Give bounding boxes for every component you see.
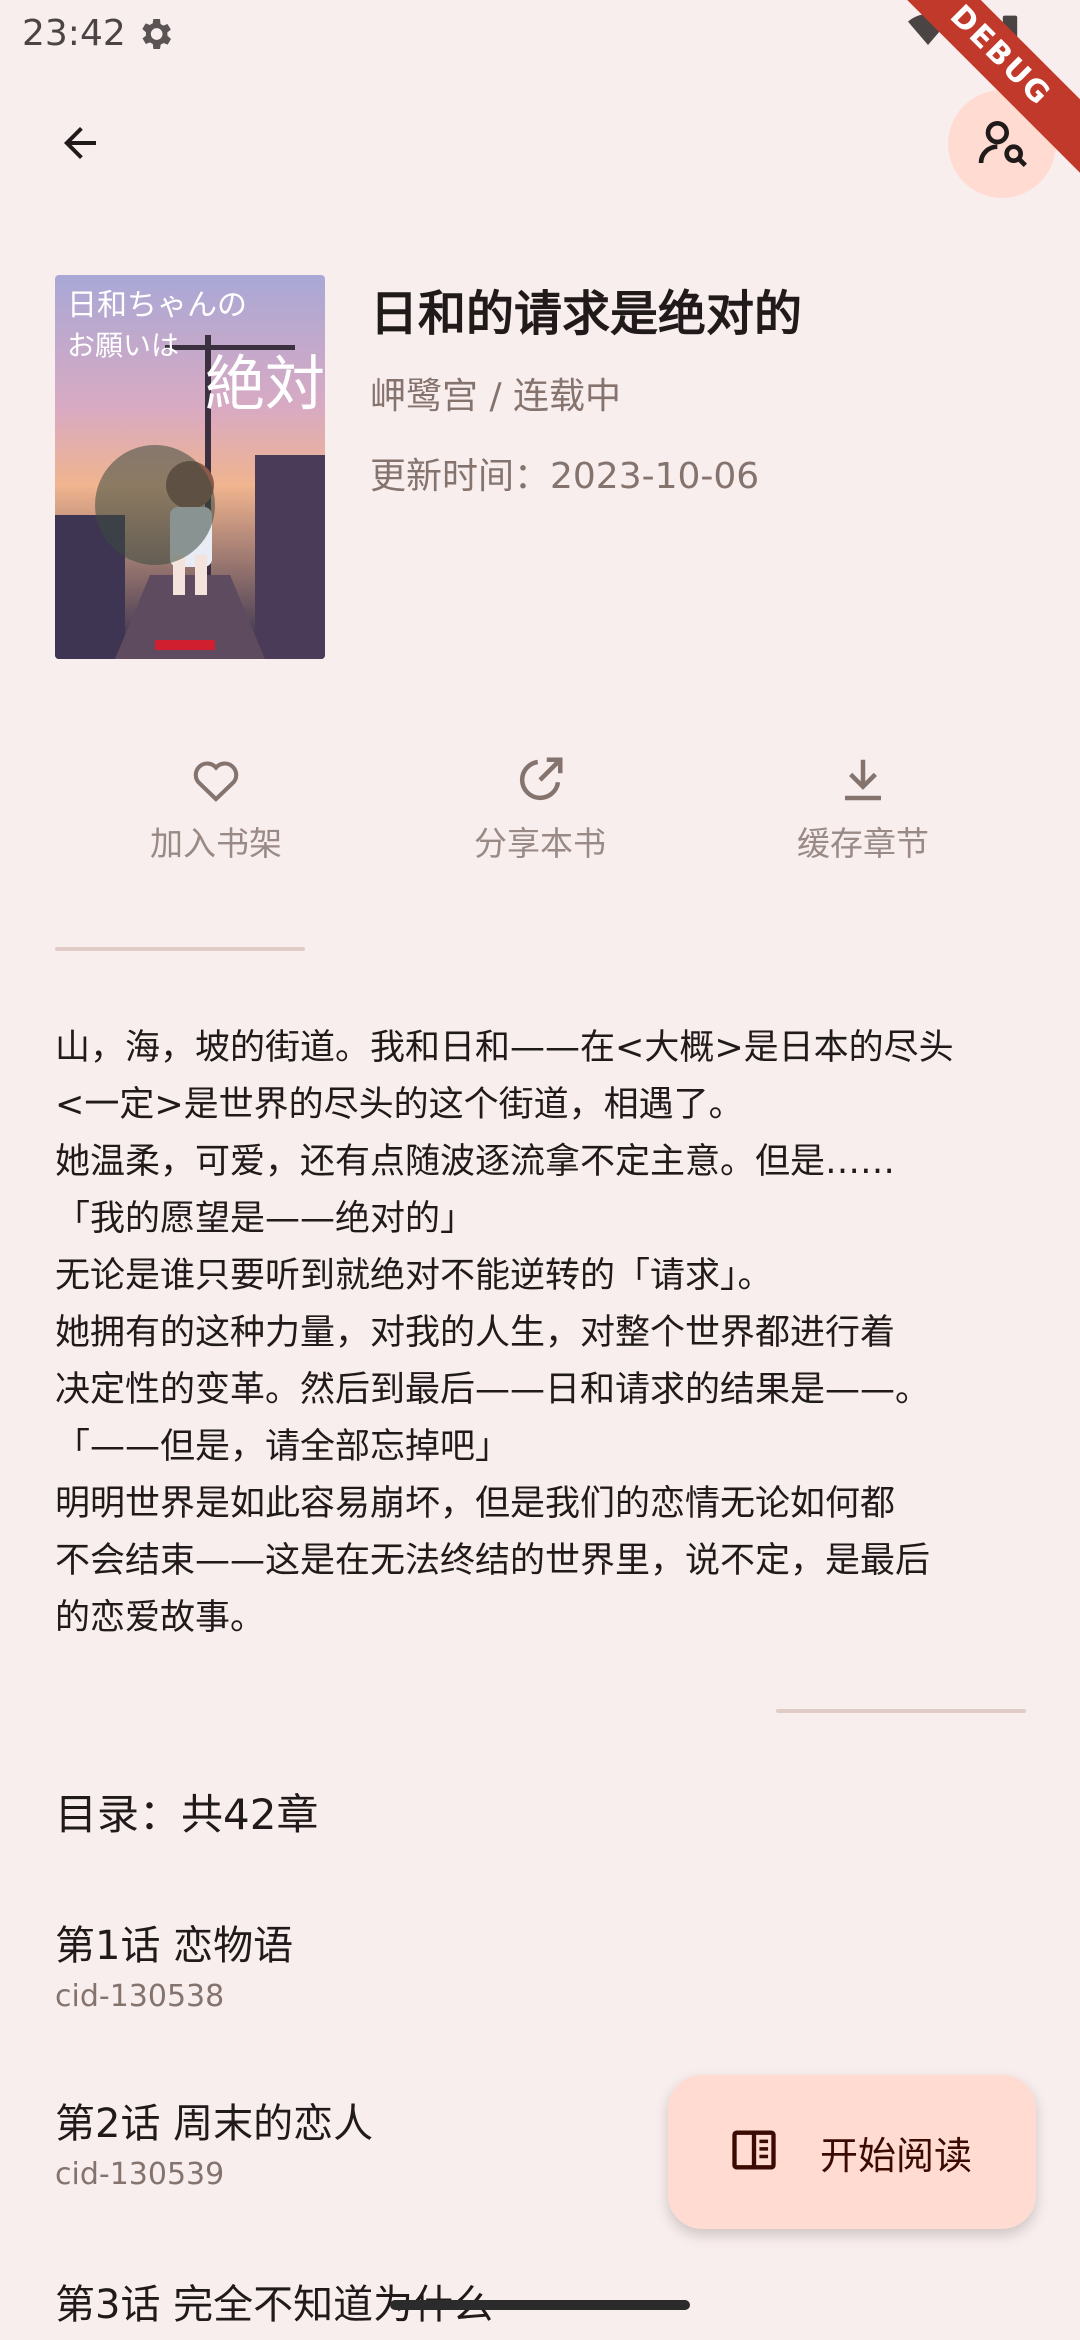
gear-icon (135, 14, 175, 54)
heart-icon (106, 750, 326, 810)
chapter-title: 第2话 周末的恋人 (55, 2101, 374, 2147)
svg-text:お願いは: お願いは (67, 329, 179, 362)
book-title: 日和的请求是绝对的 (370, 286, 803, 342)
svg-text:絶対: 絶対 (205, 350, 325, 420)
chapter-id: cid-130538 (55, 1979, 225, 2014)
chapter-item[interactable]: 第1话 恋物语 cid-130538 (55, 1917, 755, 2019)
share-icon (430, 750, 650, 810)
divider (776, 1709, 1026, 1713)
back-button[interactable] (40, 105, 120, 185)
toc-title: 目录：共42章 (55, 1790, 319, 1839)
start-reading-button[interactable]: 开始阅读 (668, 2075, 1036, 2229)
book-synopsis: 山，海，坡的街道。我和日和——在<大概>是日本的尽头 <一定>是世界的尽头的这个… (55, 1028, 954, 1638)
start-reading-label: 开始阅读 (820, 2133, 973, 2178)
status-time: 23:42 (22, 13, 126, 54)
arrow-left-icon (56, 119, 104, 171)
home-indicator[interactable] (390, 2300, 690, 2310)
divider (55, 947, 305, 951)
book-author-status: 岬鹭宫 / 连载中 (370, 376, 622, 417)
book-updated-time: 更新时间：2023-10-06 (370, 456, 760, 497)
add-to-shelf-label: 加入书架 (150, 824, 282, 863)
chapter-id: cid-130539 (55, 2157, 225, 2192)
download-icon (753, 750, 973, 810)
add-to-shelf-button[interactable]: 加入书架 (106, 750, 326, 866)
person-search-icon (974, 114, 1030, 174)
share-book-label: 分享本书 (474, 824, 606, 863)
book-cover: 日和ちゃんの お願いは 絶対 (55, 275, 325, 659)
cache-chapters-button[interactable]: 缓存章节 (753, 750, 973, 866)
svg-text:日和ちゃんの: 日和ちゃんの (67, 288, 247, 323)
cache-chapters-label: 缓存章节 (797, 824, 929, 863)
share-book-button[interactable]: 分享本书 (430, 750, 650, 866)
chapter-item[interactable]: 第2话 周末的恋人 cid-130539 (55, 2095, 755, 2197)
book-open-icon (728, 2124, 780, 2180)
chapter-title: 第1话 恋物语 (55, 1923, 294, 1969)
